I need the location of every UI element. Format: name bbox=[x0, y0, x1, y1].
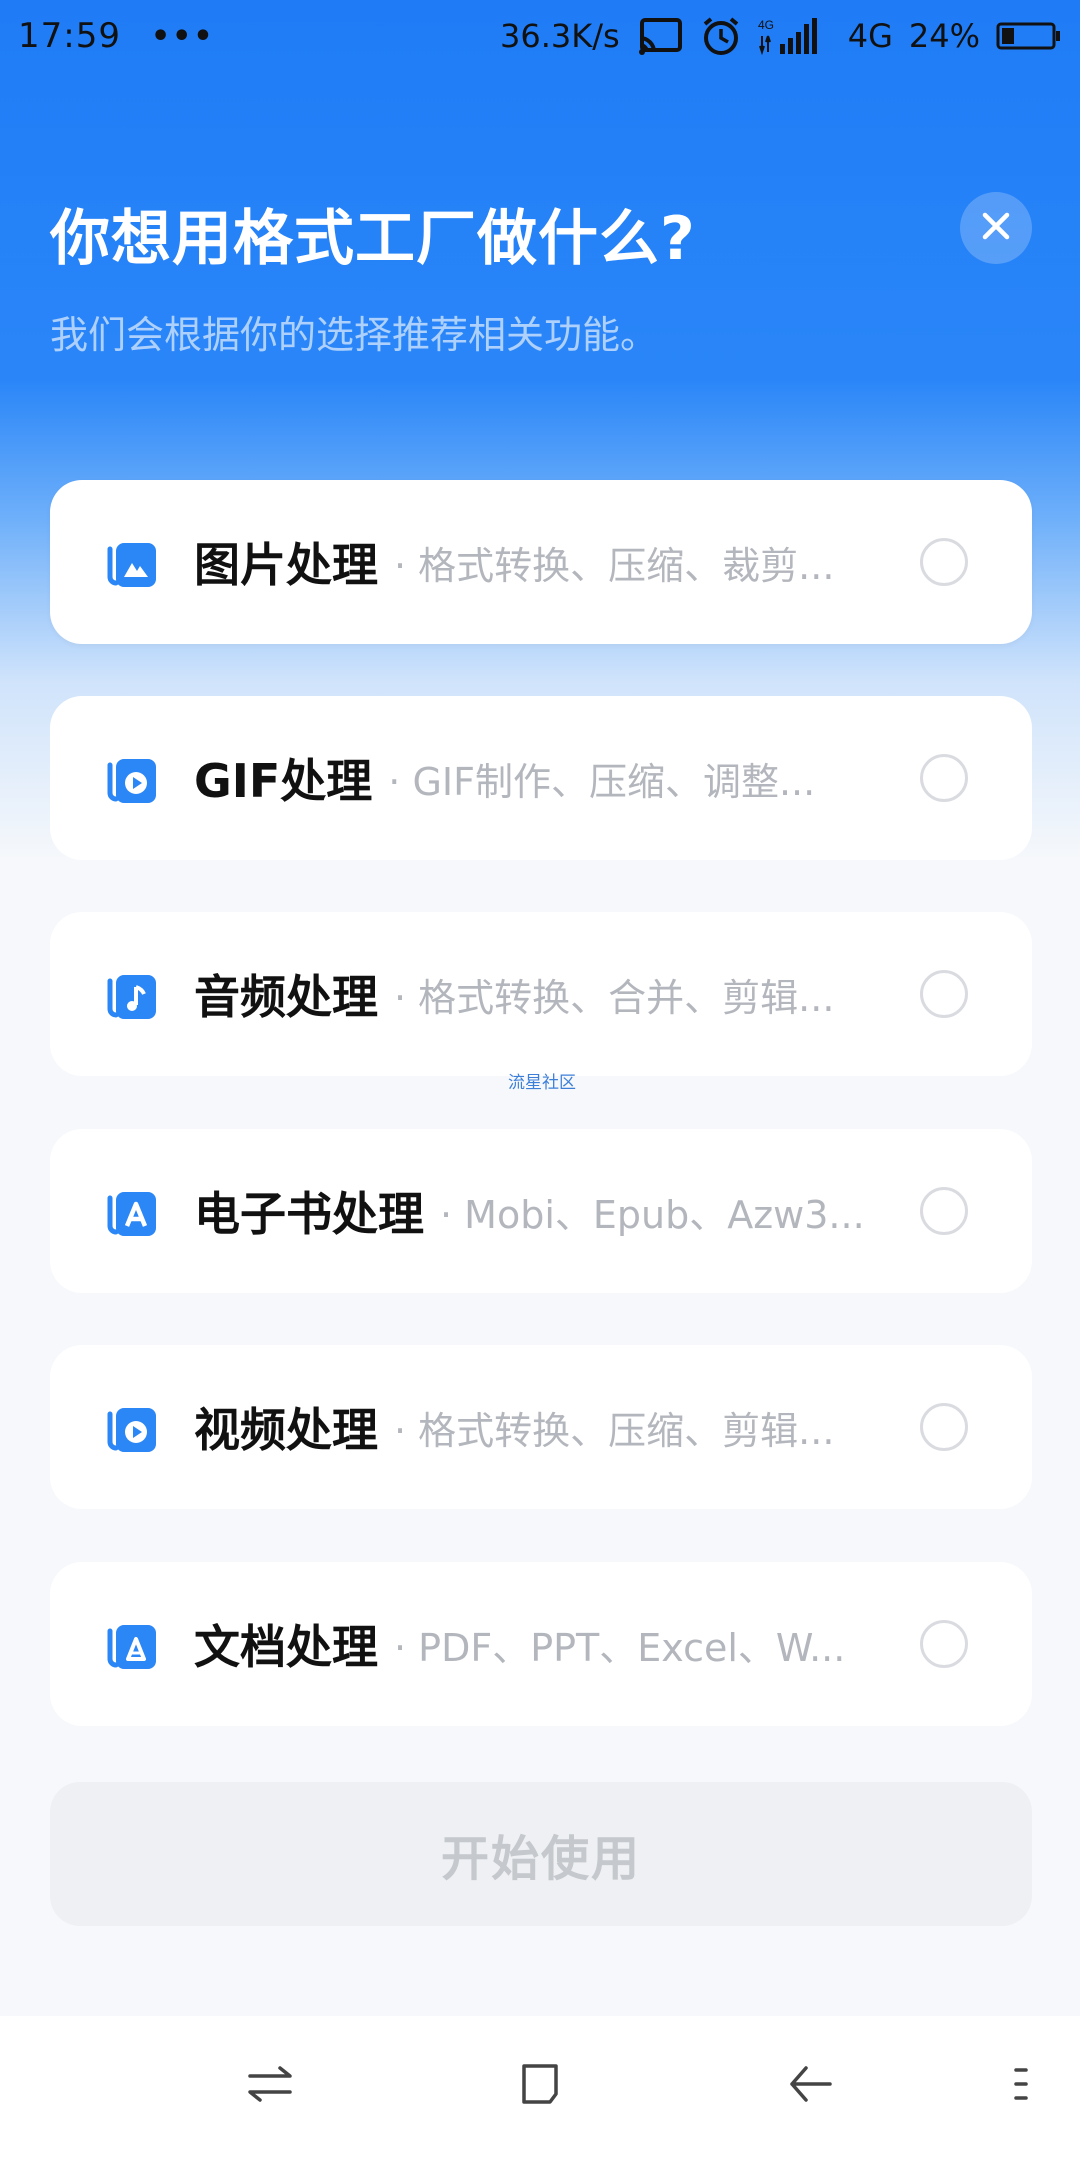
battery-icon bbox=[996, 20, 1062, 52]
alarm-icon bbox=[700, 15, 742, 57]
music-note-icon bbox=[102, 965, 160, 1023]
ebook-icon bbox=[102, 1182, 160, 1240]
image-icon bbox=[102, 533, 160, 591]
notification-dots: ••• bbox=[150, 18, 215, 54]
option-description: · 格式转换、压缩、剪辑... bbox=[394, 1408, 835, 1453]
page-subtitle: 我们会根据你的选择推荐相关功能。 bbox=[50, 313, 659, 357]
page-title: 你想用格式工厂做什么? bbox=[50, 204, 696, 274]
watermark-text: 流星社区 bbox=[508, 1073, 576, 1093]
option-video[interactable]: 视频处理 · 格式转换、压缩、剪辑... bbox=[50, 1345, 1032, 1509]
switch-apps-icon[interactable] bbox=[246, 2056, 294, 2116]
battery-percent: 24% bbox=[908, 17, 980, 55]
gif-play-icon bbox=[102, 749, 160, 807]
option-radio[interactable] bbox=[920, 1403, 968, 1451]
close-icon bbox=[981, 211, 1011, 245]
option-description: · 格式转换、压缩、裁剪... bbox=[394, 543, 835, 588]
option-title: 视频处理 bbox=[194, 1403, 378, 1457]
option-radio[interactable] bbox=[920, 754, 968, 802]
status-right: 36.3K/s 4G 4G 24% bbox=[500, 15, 1062, 57]
option-audio[interactable]: 音频处理 · 格式转换、合并、剪辑... bbox=[50, 912, 1032, 1076]
cast-icon bbox=[636, 16, 684, 56]
svg-text:4G: 4G bbox=[758, 18, 774, 32]
option-title: 文档处理 bbox=[194, 1620, 378, 1674]
option-description: · 格式转换、合并、剪辑... bbox=[394, 975, 835, 1020]
option-title: 音频处理 bbox=[194, 970, 378, 1024]
close-button[interactable] bbox=[960, 192, 1032, 264]
option-description: · Mobi、Epub、Azw3... bbox=[440, 1192, 865, 1237]
network-type: 4G bbox=[847, 17, 893, 55]
signal-icon: 4G bbox=[758, 16, 832, 56]
option-gif[interactable]: GIF处理 · GIF制作、压缩、调整... bbox=[50, 696, 1032, 860]
network-speed: 36.3K/s bbox=[500, 17, 620, 55]
option-radio[interactable] bbox=[920, 1620, 968, 1668]
option-image[interactable]: 图片处理 · 格式转换、压缩、裁剪... bbox=[50, 480, 1032, 644]
option-description: · GIF制作、压缩、调整... bbox=[388, 759, 816, 804]
status-bar: 17:59 ••• 36.3K/s 4G 4G 24% bbox=[0, 0, 1080, 72]
option-radio[interactable] bbox=[920, 970, 968, 1018]
menu-lines-icon[interactable] bbox=[1010, 2056, 1030, 2116]
option-title: 图片处理 bbox=[194, 538, 378, 592]
document-icon bbox=[102, 1615, 160, 1673]
option-description: · PDF、PPT、Excel、W... bbox=[394, 1625, 846, 1670]
back-arrow-icon[interactable] bbox=[786, 2056, 834, 2116]
option-ebook[interactable]: 电子书处理 · Mobi、Epub、Azw3... bbox=[50, 1129, 1032, 1293]
system-nav-bar bbox=[0, 2016, 1080, 2160]
video-play-icon bbox=[102, 1398, 160, 1456]
option-radio[interactable] bbox=[920, 538, 968, 586]
option-document[interactable]: 文档处理 · PDF、PPT、Excel、W... bbox=[50, 1562, 1032, 1726]
start-button[interactable]: 开始使用 bbox=[50, 1782, 1032, 1926]
option-radio[interactable] bbox=[920, 1187, 968, 1235]
option-title: 电子书处理 bbox=[194, 1187, 424, 1241]
option-title: GIF处理 bbox=[194, 754, 373, 808]
home-square-icon[interactable] bbox=[516, 2056, 564, 2116]
status-time: 17:59 bbox=[18, 16, 121, 56]
